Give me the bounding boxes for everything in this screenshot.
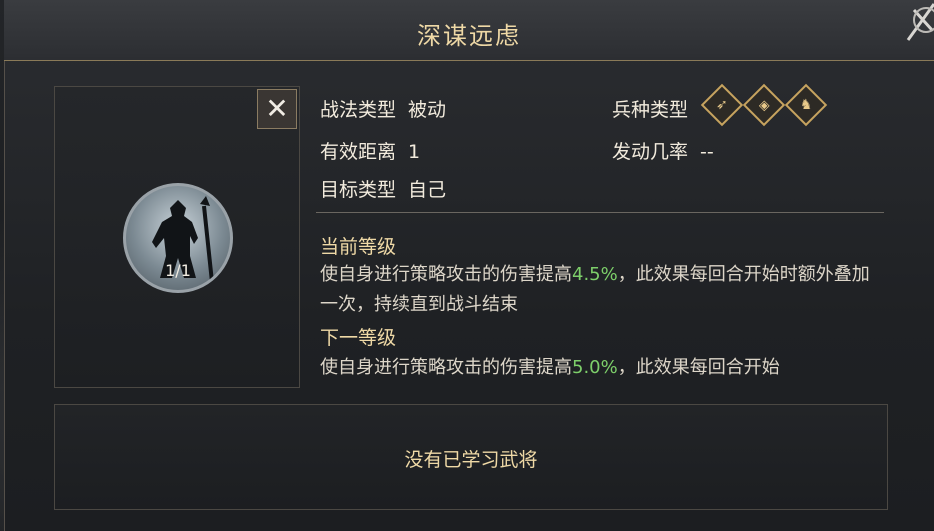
- dialog-title: 深谋远虑: [417, 22, 521, 50]
- portrait-close-button[interactable]: ✕: [257, 89, 297, 129]
- learned-generals-box[interactable]: 没有已学习武将: [54, 404, 888, 510]
- range-value: 1: [408, 141, 421, 163]
- current-level-desc-before: 使自身进行策略攻击的伤害提高: [320, 264, 572, 285]
- shield-icon: ◈: [742, 83, 786, 127]
- learned-generals-empty-text: 没有已学习武将: [404, 449, 538, 471]
- trigger-rate-row: 发动几率 --: [612, 137, 714, 164]
- next-level-value: 5.0%: [572, 357, 618, 378]
- troop-type-label: 兵种类型: [612, 99, 689, 121]
- troop-type-row: 兵种类型: [612, 95, 688, 122]
- dialog-close-button[interactable]: [900, 0, 934, 44]
- trigger-rate-label: 发动几率: [612, 141, 689, 163]
- learn-count: 1/1: [165, 261, 191, 280]
- next-level-title: 下一等级: [320, 327, 397, 349]
- target-label: 目标类型: [320, 179, 397, 201]
- dialog-header: 深谋远虑: [4, 0, 934, 61]
- current-level-desc: 使自身进行策略攻击的伤害提高4.5%，此效果每回合开始时额外叠加一次，持续直到战…: [320, 260, 880, 320]
- next-level-desc: 使自身进行策略攻击的伤害提高5.0%，此效果每回合开始: [320, 353, 880, 383]
- horse-icon: ♞: [784, 83, 828, 127]
- tactic-type-value: 被动: [408, 99, 447, 121]
- tactic-type-row: 战法类型 被动: [320, 95, 446, 122]
- range-row: 有效距离 1: [320, 137, 420, 164]
- close-icon: [906, 3, 934, 41]
- target-row: 目标类型 自己: [320, 175, 446, 202]
- general-avatar[interactable]: 1/1: [123, 183, 233, 293]
- target-value: 自己: [408, 179, 447, 201]
- current-level-title: 当前等级: [320, 236, 397, 258]
- bow-icon: ➶: [700, 83, 744, 127]
- tactic-type-label: 战法类型: [320, 99, 397, 121]
- next-level-desc-before: 使自身进行策略攻击的伤害提高: [320, 357, 572, 378]
- current-level-value: 4.5%: [572, 264, 618, 285]
- trigger-rate-value: --: [700, 141, 714, 163]
- range-label: 有效距离: [320, 141, 397, 163]
- divider: [316, 212, 884, 213]
- close-icon: ✕: [265, 92, 289, 125]
- troop-type-icons: ➶ ◈ ♞: [700, 83, 828, 127]
- next-level-desc-after: ，此效果每回合开始: [617, 357, 780, 378]
